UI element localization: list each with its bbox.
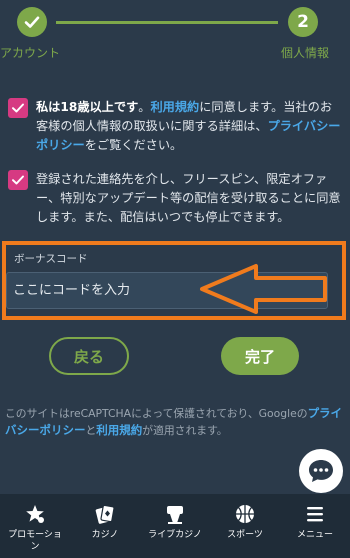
nav-label-casino: カジノ [91,530,119,540]
menu-icon [304,503,326,525]
nav-item-menu[interactable]: メニュー [280,494,350,558]
age-text-1: 。 [138,100,151,114]
bottom-navigation: プロモーション カジノ ライブカジノ スポーツ メニュー [0,494,350,558]
chat-bubble-icon [309,460,333,482]
check-icon [24,16,40,28]
age-text-3: をご覧ください。 [84,138,183,152]
check-icon [12,175,24,185]
age-statement: 私は18歳以上です [36,100,139,114]
nav-label-live-casino: ライブカジノ [148,530,202,540]
registration-stepper: 2 アカウント 個人情報 [0,0,350,70]
recaptcha-text-1: このサイトはreCAPTCHAによって保護されており、Googleの [5,407,308,420]
nav-item-casino[interactable]: カジノ [70,494,140,558]
cards-icon [94,503,116,525]
step-2-number: 2 [297,12,309,32]
marketing-consent-checkbox[interactable] [8,170,28,190]
step-2-label: 個人情報 [280,46,329,60]
step-1-label: アカウント [0,46,61,60]
step-2-current: 2 [288,7,318,37]
nav-item-sports[interactable]: スポーツ [210,494,280,558]
nav-label-sports: スポーツ [227,530,263,540]
recaptcha-notice: このサイトはreCAPTCHAによって保護されており、Googleのプライバシー… [5,405,345,439]
nav-label-promotions: プロモーション [8,530,62,552]
back-button[interactable]: 戻る [49,337,129,375]
chat-button[interactable] [299,449,343,493]
bonus-code-label: ボーナスコード [14,253,88,265]
nav-label-menu: メニュー [296,530,333,540]
age-consent-checkbox[interactable] [8,98,28,118]
step-1-complete [17,7,47,37]
recaptcha-terms-link[interactable]: 利用規約 [96,423,142,437]
basketball-icon [234,503,256,525]
live-casino-icon [164,503,186,525]
arrow-annotation [200,264,327,314]
age-consent-text: 私は18歳以上です。利用規約に同意します。当社のお客様の個人情報の取扱いに関する… [36,98,342,155]
recaptcha-text-2: と [85,424,97,437]
stepper-progress-line [56,21,278,24]
nav-item-promotions[interactable]: プロモーション [0,494,70,558]
check-icon [12,103,24,113]
recaptcha-text-3: が適用されます。 [142,424,228,437]
marketing-consent-text: 登録された連絡先を介し、フリースピン、限定オファー、特別なアップデート等の配信を… [36,172,341,224]
done-button[interactable]: 完了 [221,337,299,375]
nav-item-live-casino[interactable]: ライブカジノ [140,494,210,558]
terms-link[interactable]: 利用規約 [150,100,199,114]
star-promo-icon [24,503,46,525]
